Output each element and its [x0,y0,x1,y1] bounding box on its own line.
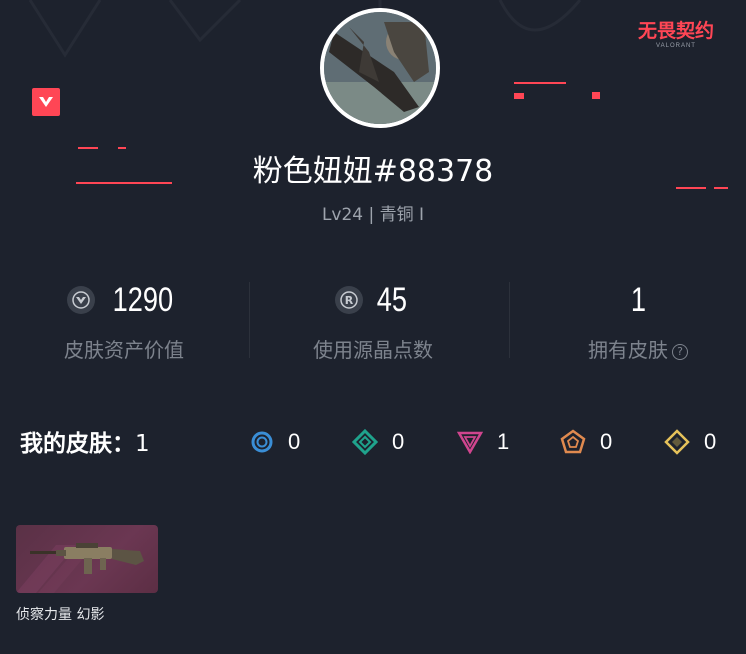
my-skins-title: 我的皮肤：1 [20,424,150,458]
tier-count: 0 [288,429,301,454]
player-level-rank: Lv24 | 青铜 I [321,205,425,225]
weapon-skin-image [16,543,144,593]
select-tier-icon [251,431,273,453]
username: 粉色妞妞#88378 [252,154,494,189]
deluxe-tier-icon [352,429,378,455]
help-icon[interactable]: ? [672,344,688,360]
exclusive-tier-icon [560,429,586,454]
tier-filter-exclusive[interactable]: 0 [560,428,612,456]
brand-subtitle: VALORANT [656,43,696,49]
stat-label: 使用源晶点数 [313,338,433,362]
my-skins-count: 1 [135,431,150,457]
skin-card[interactable] [16,525,158,593]
svg-text:R: R [345,294,354,307]
tier-count: 0 [704,429,717,454]
stat-skin-asset-value: 1290 皮肤资产价值 [0,280,248,363]
brand-name: 无畏契约 [637,20,714,42]
stat-label: 皮肤资产价值 [64,338,184,362]
tier-count: 0 [392,429,405,454]
tier-filter-deluxe[interactable]: 0 [352,428,404,456]
radianite-icon: R [335,286,364,314]
valorant-points-icon [67,286,96,314]
tier-filter-ultra[interactable]: 0 [664,428,716,456]
stat-label-text: 拥有皮肤 [588,338,668,362]
divider [509,282,510,358]
tier-count: 1 [497,429,510,454]
tier-count: 0 [600,429,613,454]
stat-owned-skins: 1 拥有皮肤? [514,280,746,363]
tier-filter-select[interactable]: 0 [250,428,300,456]
stat-value: 1 [630,280,646,319]
stat-radianite-used: R 45 使用源晶点数 [249,280,497,363]
avatar-image [324,12,436,124]
skin-name: 侦察力量 幻影 [16,607,105,623]
avatar[interactable] [320,8,440,128]
tier-filter-premium[interactable]: 1 [457,428,509,456]
ultra-tier-icon [664,429,690,455]
valorant-logo-icon [32,88,60,116]
stat-label: 拥有皮肤? [514,334,746,363]
stat-value: 45 [376,280,408,319]
premium-tier-icon [457,431,483,454]
brand-logo: 无畏契约 VALORANT [624,20,728,50]
stat-value: 1290 [112,280,174,319]
my-skins-label: 我的皮肤： [20,431,135,457]
